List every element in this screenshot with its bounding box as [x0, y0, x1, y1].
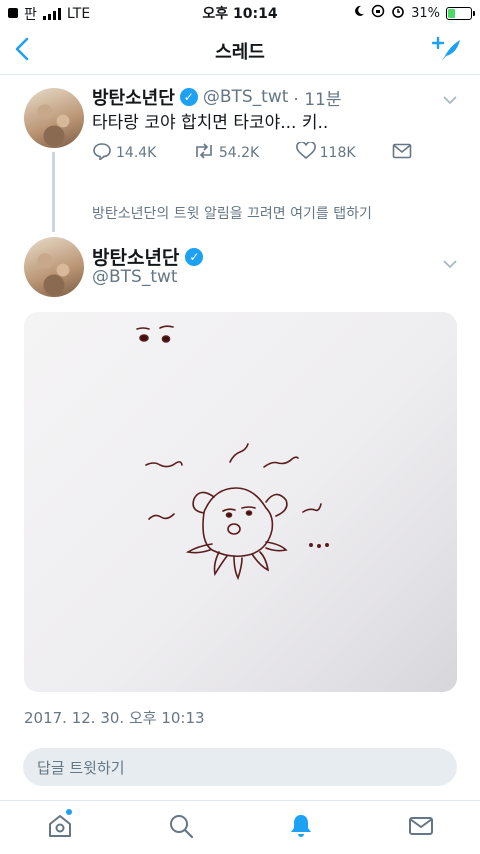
search-icon[interactable]: [168, 813, 194, 843]
time-ago: · 11분: [293, 89, 342, 110]
reply-count: 14.4K: [116, 145, 157, 161]
battery-fill: [448, 8, 455, 18]
heart-icon: [295, 141, 316, 164]
page-title: 스레드: [215, 42, 265, 63]
chevron-down-icon[interactable]: [442, 90, 458, 109]
battery-icon: [446, 6, 475, 20]
battery-percent: 31%: [411, 5, 440, 21]
reply-placeholder: 답글 트윗하기: [37, 759, 125, 777]
tweet-actions: 14.4K 54.2K 118K: [92, 141, 412, 164]
tweet-header: 방탄소년단 ✓: [92, 243, 204, 270]
notification-toggle-link[interactable]: 방탄소년단의 트윗 알림을 끄려면 여기를 탭하기: [92, 203, 372, 223]
display-name[interactable]: 방탄소년단: [92, 84, 175, 110]
retweet-count: 54.2K: [218, 145, 260, 161]
status-right: 31%: [353, 4, 475, 22]
drawing-illustration: [136, 325, 329, 581]
like-button[interactable]: 118K: [295, 141, 356, 164]
tweet-text: 타타랑 코야 합치면 타코야... 키..: [92, 113, 329, 133]
chevron-down-icon[interactable]: [442, 254, 458, 273]
messages-icon[interactable]: [408, 813, 434, 843]
nav-bar: 스레드: [0, 26, 480, 75]
avatar[interactable]: [24, 88, 84, 148]
compose-tweet-icon[interactable]: [431, 34, 462, 68]
tweet-timestamp: 2017. 12. 30. 오후 10:13: [24, 709, 205, 727]
moon-icon: [353, 5, 365, 21]
thread-connector: [52, 152, 55, 232]
retweet-button[interactable]: 54.2K: [193, 142, 259, 164]
avatar[interactable]: [24, 237, 84, 297]
new-tweets-indicator: [66, 809, 72, 815]
envelope-icon: [392, 143, 412, 163]
tweet-image[interactable]: [24, 312, 457, 692]
tweet-header: 방탄소년단 ✓ @BTS_twt · 11분: [92, 84, 341, 110]
reply-button[interactable]: 14.4K: [92, 142, 156, 164]
verified-icon: ✓: [179, 88, 198, 106]
notifications-icon[interactable]: [288, 813, 314, 843]
like-count: 118K: [319, 145, 356, 161]
verified-icon: ✓: [185, 247, 204, 266]
reply-input[interactable]: 답글 트윗하기: [23, 748, 457, 786]
tab-bar: [0, 800, 480, 854]
direct-message-button[interactable]: [392, 142, 412, 164]
retweet-icon: [193, 143, 215, 163]
reply-icon: [92, 142, 112, 164]
home-icon[interactable]: [47, 813, 73, 843]
status-bar: 판 LTE 오후 10:14 31%: [0, 0, 480, 26]
rotation-lock-icon: [371, 4, 385, 22]
alarm-icon: [391, 4, 405, 22]
handle[interactable]: @BTS_twt: [203, 87, 289, 107]
display-name[interactable]: 방탄소년단: [92, 243, 179, 270]
handle[interactable]: @BTS_twt: [92, 267, 178, 287]
